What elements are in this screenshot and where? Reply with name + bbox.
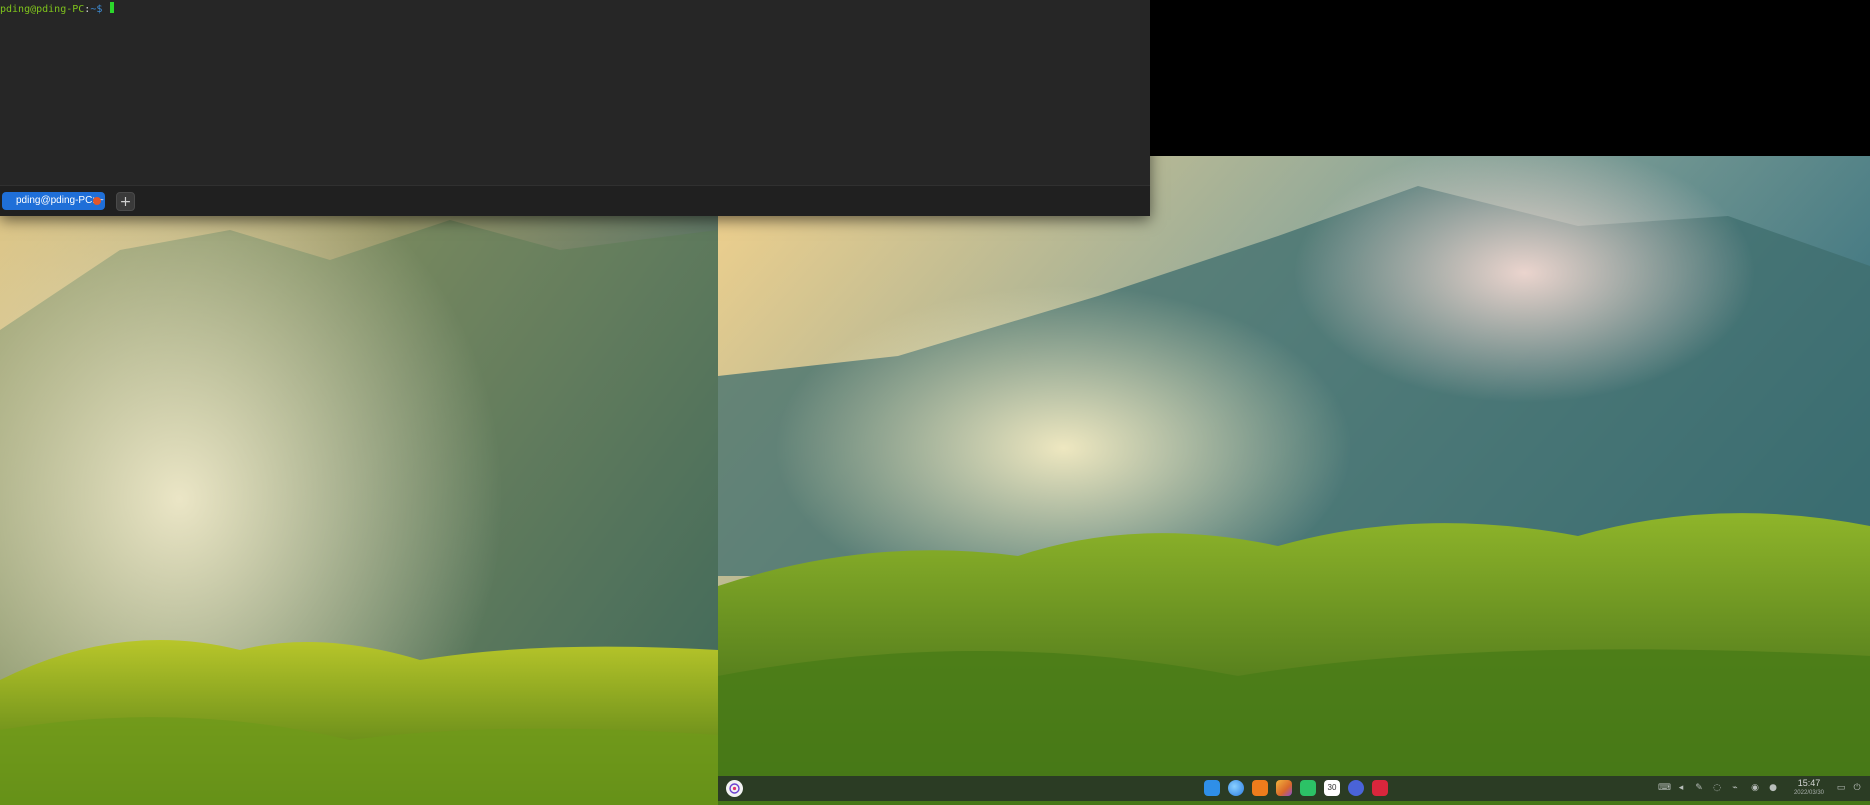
app-store-icon[interactable] <box>1252 780 1268 796</box>
calendar-icon[interactable]: 30 <box>1324 780 1340 796</box>
terminal-icon[interactable] <box>1372 780 1388 796</box>
browser-icon[interactable] <box>1228 780 1244 796</box>
wallpaper-right <box>718 156 1870 805</box>
prompt-user: pding@pding-PC <box>0 4 85 15</box>
prompt-path: ~$ <box>90 4 103 15</box>
screenshot-icon[interactable]: ◌ <box>1712 783 1722 793</box>
clock-time: 15:47 <box>1797 778 1821 788</box>
pen-icon[interactable]: ✎ <box>1694 783 1704 793</box>
power-icon[interactable]: ⏻ <box>1852 783 1862 793</box>
terminal-content[interactable]: pding@pding-PC:~$ <box>0 0 1150 188</box>
notification-icon[interactable]: ● <box>1768 783 1778 793</box>
trash-icon[interactable]: ▭ <box>1836 783 1846 793</box>
user-icon[interactable]: ◉ <box>1750 783 1760 793</box>
keyboard-icon[interactable]: ⌨ <box>1658 783 1671 793</box>
tab-close-icon[interactable] <box>93 197 101 205</box>
launcher-button[interactable] <box>726 780 743 797</box>
terminal-window[interactable]: pding@pding-PC:~$ pding@pding-PC: ~ + <box>0 0 1150 216</box>
launcher-icon <box>729 783 740 794</box>
dock: 30 ⌨ ◂ ✎ ◌ ⌁ ◉ ● 15:47 2022/03/30 ▭ ⏻ <box>718 776 1870 801</box>
tab-label: pding@pding-PC: ~ <box>16 195 104 206</box>
clock-date: 2022/03/30 <box>1793 790 1824 796</box>
clock[interactable]: 15:47 2022/03/30 <box>1794 778 1824 798</box>
image-viewer-icon[interactable] <box>1276 780 1292 796</box>
settings-icon[interactable] <box>1348 780 1364 796</box>
terminal-tab-bar: pding@pding-PC: ~ + <box>0 185 1150 216</box>
file-manager-icon[interactable] <box>1204 780 1220 796</box>
music-icon[interactable] <box>1300 780 1316 796</box>
text-cursor <box>110 2 115 13</box>
volume-icon[interactable]: ◂ <box>1676 783 1686 793</box>
network-icon[interactable]: ⌁ <box>1730 783 1740 793</box>
new-tab-button[interactable]: + <box>116 192 135 211</box>
terminal-tab[interactable]: pding@pding-PC: ~ <box>2 192 105 210</box>
